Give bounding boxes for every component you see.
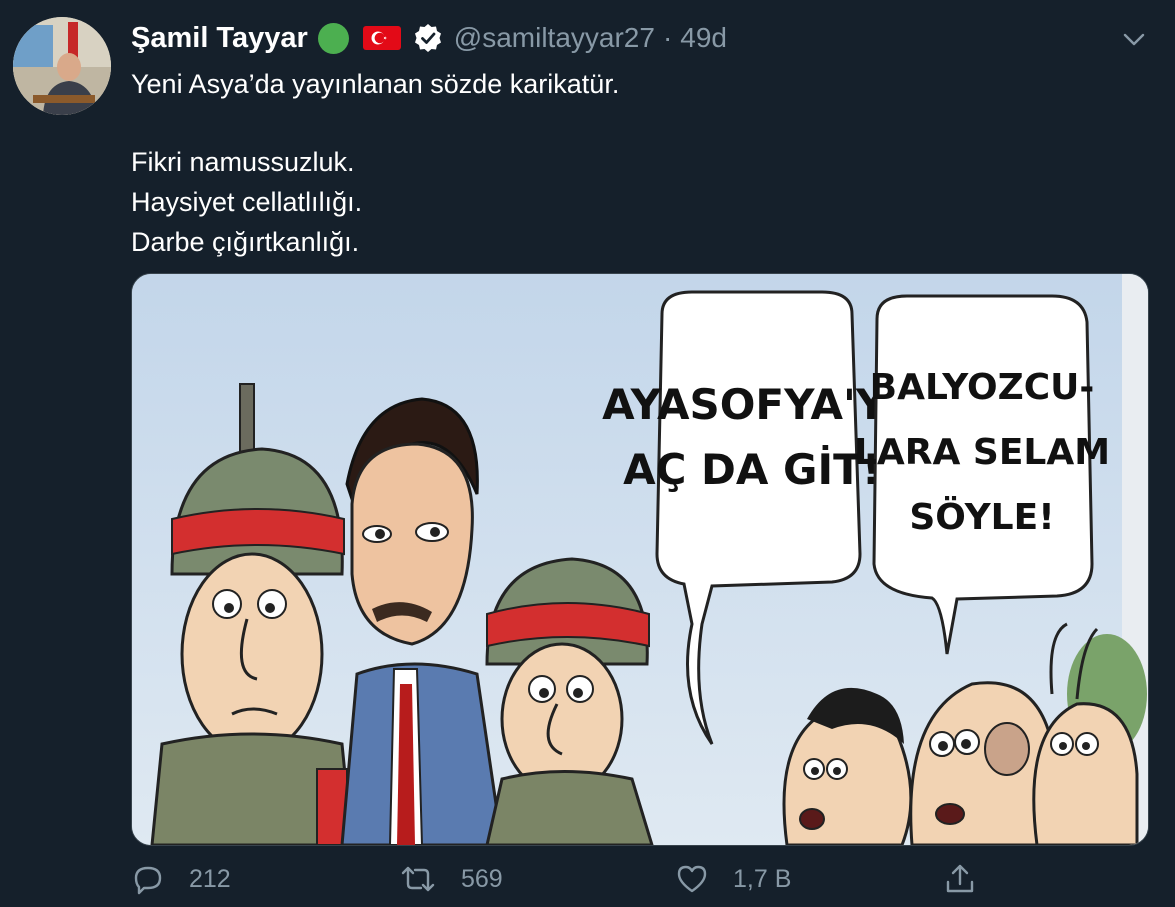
tweet-header: Şamil Tayyar @samiltayyar27 · 49d <box>131 14 1147 62</box>
reply-icon <box>134 866 162 895</box>
turkey-flag-emoji <box>362 26 401 50</box>
tweet-line: Darbe çığırtkanlığı. <box>131 227 360 257</box>
speech-bubble-text: AÇ DA GİT! <box>623 444 881 494</box>
speech-bubble-text: LARA SELAM <box>854 432 1110 473</box>
author-handle[interactable]: @samiltayyar27 <box>454 22 655 54</box>
share-button[interactable] <box>943 862 1001 896</box>
share-icon <box>946 864 974 893</box>
tweet-line: Yeni Asya’da yayınlanan sözde karikatür. <box>131 69 620 99</box>
verified-icon <box>414 24 441 52</box>
retweet-count: 569 <box>461 864 503 893</box>
avatar[interactable] <box>13 17 111 115</box>
green-circle-emoji <box>317 22 349 54</box>
tweet-line: Haysiyet cellatlılığı. <box>131 187 363 217</box>
chevron-down-icon[interactable] <box>1121 26 1147 52</box>
retweet-button[interactable]: 569 <box>399 862 503 896</box>
reply-count: 212 <box>189 864 231 893</box>
heart-icon <box>677 865 707 893</box>
like-button[interactable]: 1,7 B <box>675 862 791 896</box>
tweet-text: Yeni Asya’da yayınlanan sözde karikatür.… <box>131 64 1147 262</box>
avatar-image <box>13 17 111 115</box>
tweet-time[interactable]: 49d <box>680 22 727 54</box>
speech-bubble-text: AYASOFYA'YI <box>602 380 902 429</box>
tweet-media-image[interactable]: AYASOFYA'YI AÇ DA GİT! BALYOZCU- LARA SE… <box>131 273 1149 846</box>
like-count: 1,7 B <box>733 864 792 893</box>
tweet-actions: 212 569 1,7 B <box>131 862 981 906</box>
separator-dot: · <box>662 22 673 53</box>
reply-button[interactable]: 212 <box>131 862 231 896</box>
speech-bubble-text: BALYOZCU- <box>870 367 1095 408</box>
cartoon-illustration: AYASOFYA'YI AÇ DA GİT! BALYOZCU- LARA SE… <box>132 274 1148 845</box>
tweet-card[interactable]: Şamil Tayyar @samiltayyar27 · 49d Yeni A… <box>0 0 1175 907</box>
speech-bubble-text: SÖYLE! <box>909 496 1054 538</box>
retweet-icon <box>401 866 435 892</box>
display-name[interactable]: Şamil Tayyar <box>131 22 308 55</box>
tweet-line: Fikri namussuzluk. <box>131 147 355 177</box>
